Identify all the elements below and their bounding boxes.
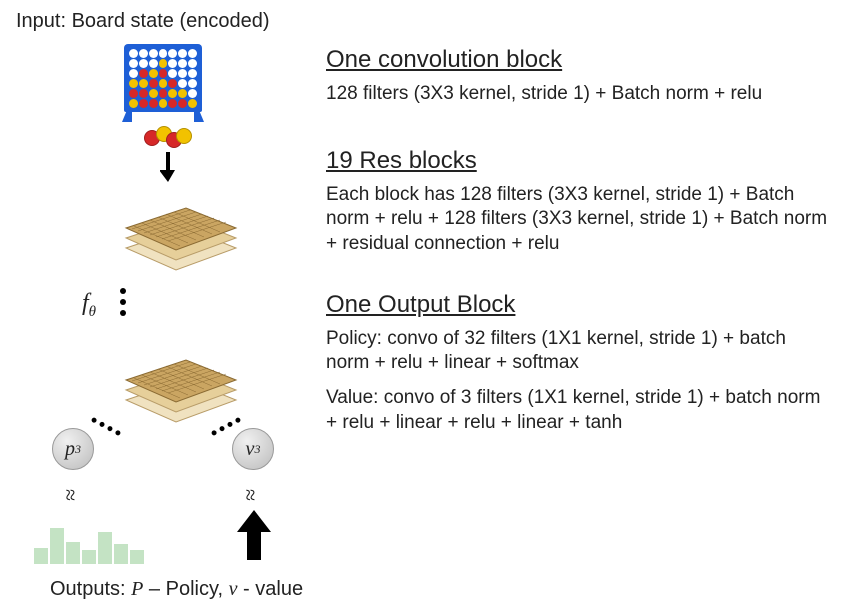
res-block-section: 19 Res blocks Each block has 128 filters…: [326, 147, 834, 257]
value-node: v3: [232, 428, 274, 470]
f-symbol: f: [82, 290, 89, 316]
p-symbol: p: [65, 438, 75, 461]
res-block-desc: Each block has 128 filters (3X3 kernel, …: [326, 183, 834, 257]
diagram-column: Input: Board state (encoded): [16, 10, 316, 596]
conv-block-section: One convolution block 128 filters (3X3 k…: [326, 46, 834, 107]
theta-symbol: θ: [89, 304, 96, 320]
output-label: Outputs: P – Policy, v - value: [50, 578, 303, 601]
conv-block-title: One convolution block: [326, 46, 834, 74]
output-block-title: One Output Block: [326, 291, 834, 319]
input-label: Input: Board state (encoded): [16, 10, 316, 33]
function-label: fθ: [82, 290, 96, 321]
output-P: P: [131, 578, 143, 600]
output-sep2: - value: [237, 578, 303, 600]
layer-stack-icon: [106, 188, 246, 289]
wave-icon: ≈: [237, 489, 263, 501]
output-sep1: – Policy,: [143, 578, 228, 600]
v-subscript: 3: [254, 442, 260, 457]
output-value-desc: Value: convo of 3 filters (1X1 kernel, s…: [326, 386, 834, 435]
conv-block-desc: 128 filters (3X3 kernel, stride 1) + Bat…: [326, 82, 834, 107]
chip-pile-icon: [136, 124, 196, 148]
arrow-down-icon: [160, 152, 176, 187]
arrow-up-icon: [237, 510, 271, 565]
histogram-icon: [34, 520, 144, 564]
connect-four-board-icon: [124, 44, 202, 112]
policy-node: p3: [52, 428, 94, 470]
res-block-title: 19 Res blocks: [326, 147, 834, 175]
p-subscript: 3: [75, 442, 81, 457]
output-policy-desc: Policy: convo of 32 filters (1X1 kernel,…: [326, 327, 834, 376]
wave-icon: ≈: [57, 489, 83, 501]
vertical-dots-icon: [120, 283, 126, 321]
output-block-section: One Output Block Policy: convo of 32 fil…: [326, 291, 834, 436]
output-prefix: Outputs:: [50, 578, 131, 600]
text-column: One convolution block 128 filters (3X3 k…: [316, 10, 834, 596]
